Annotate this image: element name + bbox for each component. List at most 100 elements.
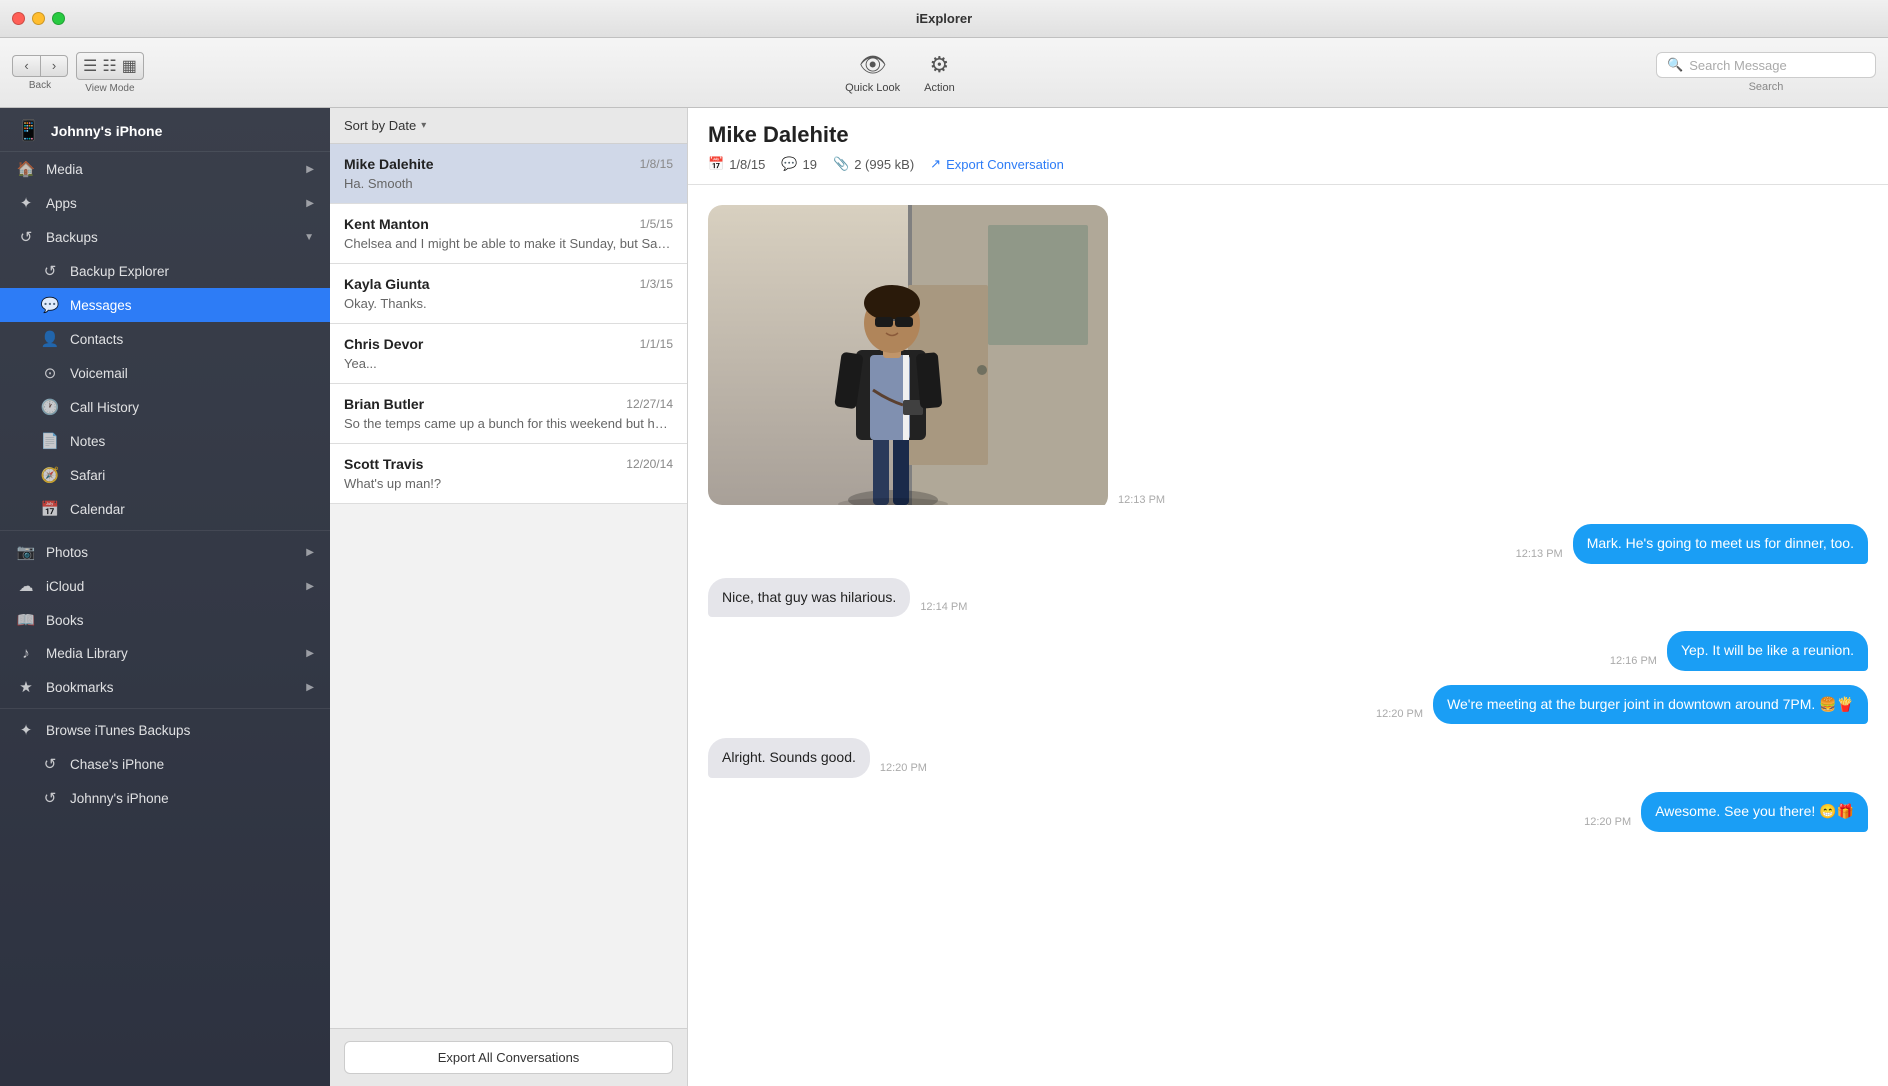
sidebar-item-books[interactable]: 📖 Books	[0, 603, 330, 637]
sidebar-johnnys-iphone-backup-label: Johnny's iPhone	[70, 791, 314, 806]
sidebar-call-history-label: Call History	[70, 400, 314, 415]
view-mode-nav: ☰ ☷ ▦ View Mode	[76, 52, 144, 94]
conv-name: Mike Dalehite	[344, 156, 433, 172]
search-input[interactable]	[1689, 58, 1865, 73]
sort-dropdown[interactable]: Sort by Date ▾	[344, 118, 426, 133]
export-conv-icon: ↗	[930, 156, 941, 172]
conv-header: Mike Dalehite 1/8/15	[344, 156, 673, 172]
detail-contact-name: Mike Dalehite	[708, 122, 1868, 148]
sidebar-item-media-library[interactable]: ♪ Media Library ▶	[0, 637, 330, 670]
sidebar-item-messages[interactable]: 💬 Messages	[0, 288, 330, 322]
sidebar-item-chases-iphone[interactable]: ↺ Chase's iPhone	[0, 747, 330, 781]
view-mode-button[interactable]: ☰ ☷ ▦	[76, 52, 144, 80]
action-button[interactable]: ⚙ Action	[924, 52, 955, 94]
conversation-item-mike-dalehite[interactable]: Mike Dalehite 1/8/15 Ha. Smooth	[330, 144, 687, 204]
message-image	[708, 205, 1108, 510]
messages-area: 12:13 PM 12:13 PM Mark. He's going to me…	[688, 185, 1888, 1086]
photos-chevron-icon: ▶	[306, 547, 314, 558]
conv-header: Kayla Giunta 1/3/15	[344, 276, 673, 292]
conversation-item-kayla-giunta[interactable]: Kayla Giunta 1/3/15 Okay. Thanks.	[330, 264, 687, 324]
message-row-sent-2: 12:16 PM Yep. It will be like a reunion.	[708, 631, 1868, 671]
back-nav: ‹ › Back	[12, 55, 68, 91]
sidebar-item-media[interactable]: 🏠 Media ▶	[0, 152, 330, 186]
conversation-item-chris-devor[interactable]: Chris Devor 1/1/15 Yea...	[330, 324, 687, 384]
minimize-button[interactable]	[32, 12, 45, 25]
forward-button[interactable]: ›	[40, 55, 68, 77]
sidebar-photos-label: Photos	[46, 545, 296, 560]
attachment-icon: 📎	[833, 156, 849, 172]
message-time: 12:13 PM	[1118, 494, 1165, 506]
conversation-item-scott-travis[interactable]: Scott Travis 12/20/14 What's up man!?	[330, 444, 687, 504]
sidebar-calendar-label: Calendar	[70, 502, 314, 517]
sidebar-item-backup-explorer[interactable]: ↺ Backup Explorer	[0, 254, 330, 288]
sidebar-item-call-history[interactable]: 🕐 Call History	[0, 390, 330, 424]
conversation-item-brian-butler[interactable]: Brian Butler 12/27/14 So the temps came …	[330, 384, 687, 444]
safari-icon: 🧭	[40, 466, 60, 484]
conv-date: 12/27/14	[626, 397, 673, 411]
apps-chevron-icon: ▶	[306, 198, 314, 209]
conv-preview: Ha. Smooth	[344, 176, 673, 191]
conversation-list: Mike Dalehite 1/8/15 Ha. Smooth Kent Man…	[330, 144, 687, 1028]
device-name: Johnny's iPhone	[51, 123, 162, 139]
photos-icon: 📷	[16, 543, 36, 561]
conv-preview: Okay. Thanks.	[344, 296, 673, 311]
sidebar-item-photos[interactable]: 📷 Photos ▶	[0, 535, 330, 569]
device-icon: 📱	[16, 118, 41, 143]
books-icon: 📖	[16, 611, 36, 629]
sidebar-media-label: Media	[46, 162, 296, 177]
search-box[interactable]: 🔍	[1656, 52, 1876, 78]
quick-look-icon: 👁	[859, 52, 887, 78]
conv-name: Scott Travis	[344, 456, 423, 472]
message-bubble-sent-3: We're meeting at the burger joint in dow…	[1433, 685, 1868, 725]
sidebar-books-label: Books	[46, 613, 314, 628]
meta-message-count: 19	[803, 157, 817, 172]
window-controls	[12, 12, 65, 25]
sidebar-backups-label: Backups	[46, 230, 294, 245]
search-label: Search	[1749, 81, 1784, 93]
sidebar-item-safari[interactable]: 🧭 Safari	[0, 458, 330, 492]
export-conversation-button[interactable]: ↗ Export Conversation	[930, 156, 1064, 172]
sidebar-device[interactable]: 📱 Johnny's iPhone	[0, 108, 330, 152]
conv-name: Kent Manton	[344, 216, 429, 232]
sidebar-item-backups[interactable]: ↺ Backups ▼	[0, 220, 330, 254]
sidebar-item-notes[interactable]: 📄 Notes	[0, 424, 330, 458]
conv-header: Chris Devor 1/1/15	[344, 336, 673, 352]
media-library-chevron-icon: ▶	[306, 648, 314, 659]
detail-header: Mike Dalehite 📅 1/8/15 💬 19 📎 2 (995 kB)…	[688, 108, 1888, 185]
sidebar-apps-label: Apps	[46, 196, 296, 211]
export-all-button[interactable]: Export All Conversations	[344, 1041, 673, 1074]
meta-date: 📅 1/8/15	[708, 156, 765, 172]
quick-look-action[interactable]: 👁 Quick Look	[845, 52, 900, 94]
media-library-icon: ♪	[16, 645, 36, 662]
media-icon: 🏠	[16, 160, 36, 178]
sidebar-item-contacts[interactable]: 👤 Contacts	[0, 322, 330, 356]
call-history-icon: 🕐	[40, 398, 60, 416]
toolbar: ‹ › Back ☰ ☷ ▦ View Mode 👁 Quick Look ⚙ …	[0, 38, 1888, 108]
conv-date: 1/3/15	[640, 277, 673, 291]
sidebar-backup-explorer-label: Backup Explorer	[70, 264, 314, 279]
sidebar-item-voicemail[interactable]: ⊙ Voicemail	[0, 356, 330, 390]
message-bubble-received-2: Alright. Sounds good.	[708, 738, 870, 778]
sidebar-item-apps[interactable]: ✦ Apps ▶	[0, 186, 330, 220]
search-icon: 🔍	[1667, 57, 1683, 73]
conversation-item-kent-manton[interactable]: Kent Manton 1/5/15 Chelsea and I might b…	[330, 204, 687, 264]
maximize-button[interactable]	[52, 12, 65, 25]
sidebar-item-calendar[interactable]: 📅 Calendar	[0, 492, 330, 526]
contacts-icon: 👤	[40, 330, 60, 348]
back-button[interactable]: ‹	[12, 55, 40, 77]
toolbar-actions: 👁 Quick Look ⚙ Action	[144, 52, 1656, 94]
backups-icon: ↺	[16, 228, 36, 246]
chases-iphone-icon: ↺	[40, 755, 60, 773]
sidebar-browse-backups-label: Browse iTunes Backups	[46, 723, 314, 738]
action-icon: ⚙	[930, 52, 950, 78]
sidebar-item-bookmarks[interactable]: ★ Bookmarks ▶	[0, 670, 330, 704]
sidebar-item-icloud[interactable]: ☁ iCloud ▶	[0, 569, 330, 603]
sidebar-item-browse-itunes-backups[interactable]: ✦ Browse iTunes Backups	[0, 713, 330, 747]
sidebar-item-johnnys-iphone-backup[interactable]: ↺ Johnny's iPhone	[0, 781, 330, 815]
meta-attachments-value: 2 (995 kB)	[854, 157, 914, 172]
message-row-sent-4: 12:20 PM Awesome. See you there! 😁🎁	[708, 792, 1868, 832]
message-time: 12:20 PM	[880, 762, 927, 774]
close-button[interactable]	[12, 12, 25, 25]
conv-date: 12/20/14	[626, 457, 673, 471]
icloud-icon: ☁	[16, 577, 36, 595]
